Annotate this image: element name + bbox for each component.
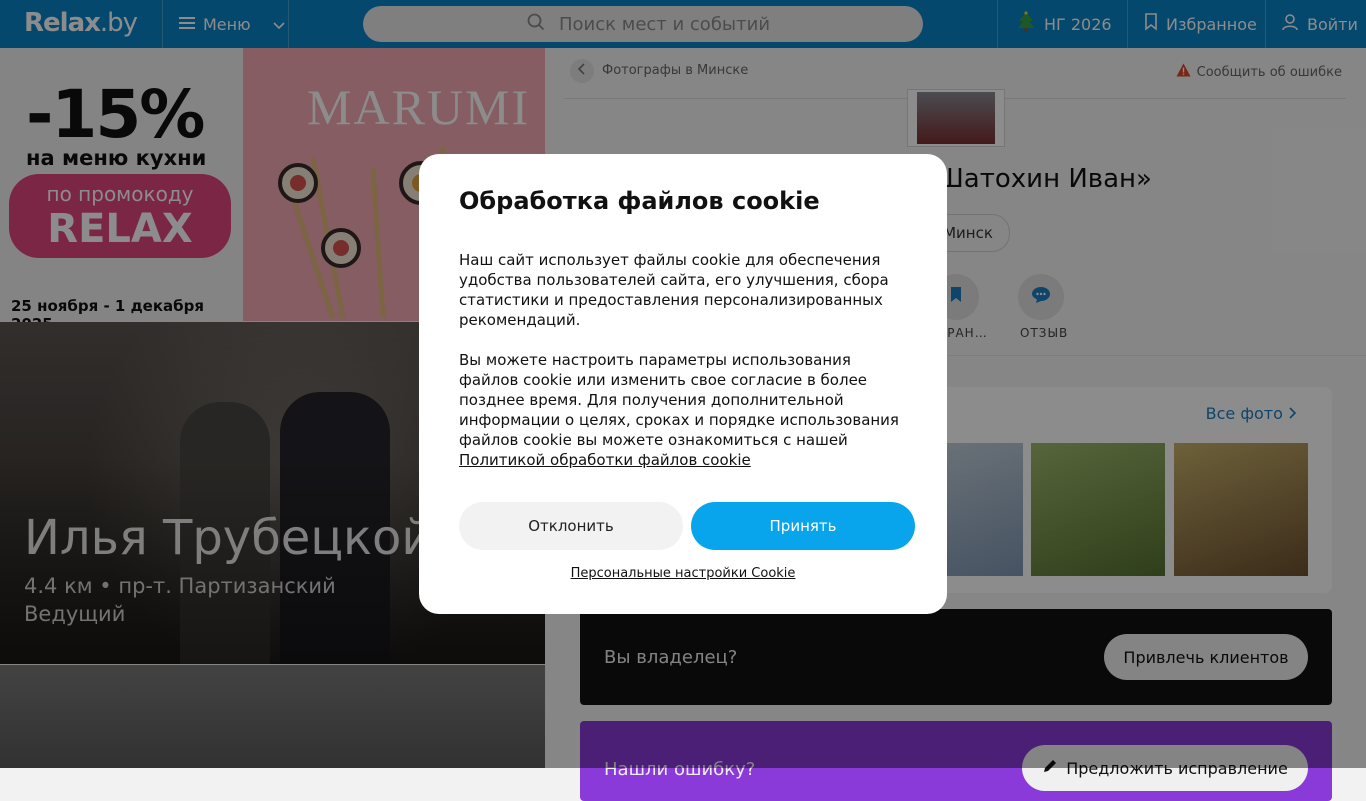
decline-button[interactable]: Отклонить — [459, 502, 683, 550]
cookie-paragraph-2-text: Вы можете настроить параметры использова… — [459, 351, 899, 449]
cookie-title: Обработка файлов cookie — [459, 187, 820, 215]
cookie-paragraph-2: Вы можете настроить параметры использова… — [459, 350, 909, 470]
cookie-policy-link[interactable]: Политикой обработки файлов cookie — [459, 450, 909, 470]
accept-button[interactable]: Принять — [691, 502, 915, 550]
cookie-text: Наш сайт использует файлы cookie для обе… — [459, 250, 909, 470]
cookie-paragraph-1: Наш сайт использует файлы cookie для обе… — [459, 251, 889, 329]
personal-cookie-settings-link[interactable]: Персональные настройки Cookie — [419, 566, 947, 581]
cookie-dialog: Обработка файлов cookie Наш сайт использ… — [419, 154, 947, 614]
